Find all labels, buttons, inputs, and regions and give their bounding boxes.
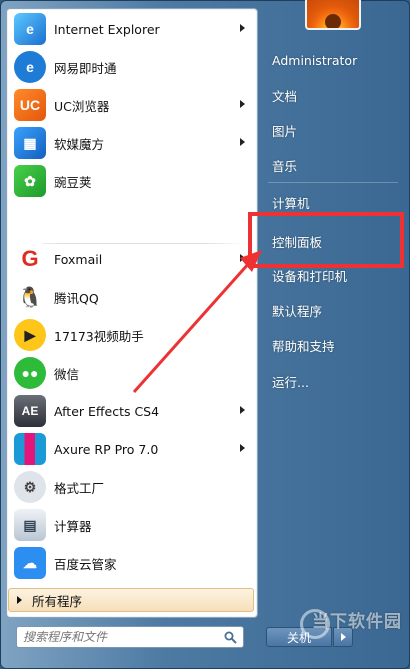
annotation-arrow-icon	[132, 250, 262, 393]
